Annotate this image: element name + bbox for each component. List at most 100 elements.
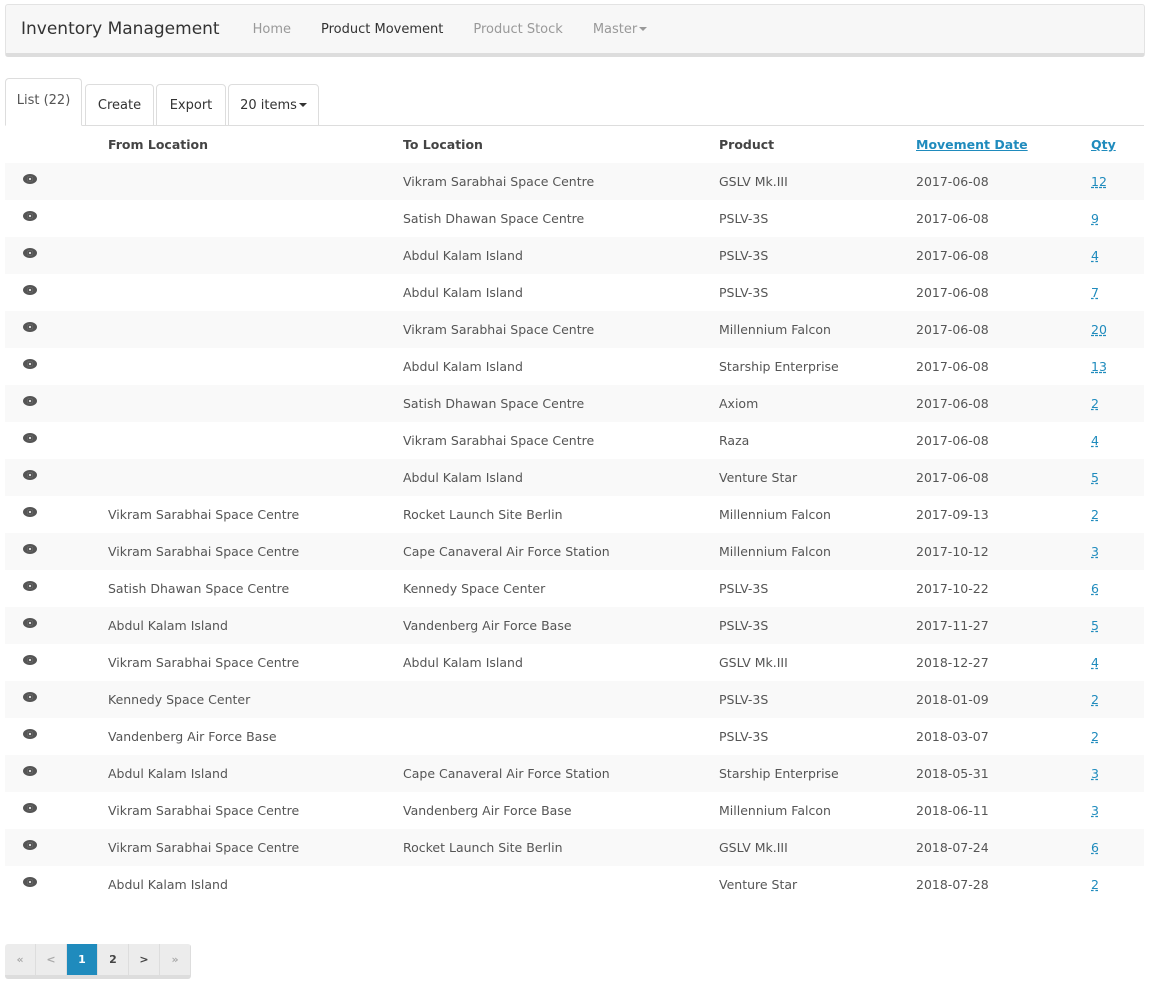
qty-cell[interactable]: 5 — [1091, 607, 1144, 644]
eye-icon[interactable] — [23, 618, 37, 628]
eye-icon[interactable] — [23, 433, 37, 443]
qty-cell[interactable]: 2 — [1091, 385, 1144, 422]
tab-list[interactable]: List (22) — [5, 78, 82, 126]
qty-cell[interactable]: 2 — [1091, 718, 1144, 755]
qty-link[interactable]: 3 — [1091, 766, 1099, 781]
qty-cell[interactable]: 2 — [1091, 496, 1144, 533]
nav-product-movement[interactable]: Product Movement — [306, 22, 458, 37]
view-cell[interactable] — [5, 755, 108, 792]
view-cell[interactable] — [5, 422, 108, 459]
page-prev[interactable]: < — [36, 944, 67, 975]
movement-date-cell: 2017-06-08 — [916, 396, 989, 411]
qty-link[interactable]: 2 — [1091, 877, 1099, 892]
qty-cell[interactable]: 4 — [1091, 422, 1144, 459]
view-cell[interactable] — [5, 681, 108, 718]
view-cell[interactable] — [5, 237, 108, 274]
page-1[interactable]: 1 — [67, 944, 98, 975]
qty-link[interactable]: 6 — [1091, 840, 1099, 855]
qty-cell[interactable]: 20 — [1091, 311, 1144, 348]
qty-cell[interactable]: 6 — [1091, 570, 1144, 607]
header-qty[interactable]: Qty — [1091, 126, 1144, 163]
tab-items-per-page[interactable]: 20 items — [228, 84, 319, 126]
qty-cell[interactable]: 2 — [1091, 681, 1144, 718]
eye-icon[interactable] — [23, 877, 37, 887]
qty-link[interactable]: 2 — [1091, 396, 1099, 411]
view-cell[interactable] — [5, 163, 108, 200]
qty-link[interactable]: 3 — [1091, 803, 1099, 818]
qty-cell[interactable]: 4 — [1091, 644, 1144, 681]
eye-icon[interactable] — [23, 174, 37, 184]
qty-link[interactable]: 4 — [1091, 433, 1099, 448]
nav-product-stock[interactable]: Product Stock — [458, 22, 577, 37]
view-cell[interactable] — [5, 829, 108, 866]
qty-link[interactable]: 12 — [1091, 174, 1107, 189]
eye-icon[interactable] — [23, 507, 37, 517]
eye-icon[interactable] — [23, 581, 37, 591]
eye-icon[interactable] — [23, 692, 37, 702]
eye-icon[interactable] — [23, 285, 37, 295]
sort-movement-date[interactable]: Movement Date — [916, 137, 1028, 152]
qty-link[interactable]: 2 — [1091, 729, 1099, 744]
page-last[interactable]: » — [160, 944, 191, 975]
view-cell[interactable] — [5, 348, 108, 385]
view-cell[interactable] — [5, 607, 108, 644]
eye-icon[interactable] — [23, 655, 37, 665]
view-cell[interactable] — [5, 385, 108, 422]
qty-cell[interactable]: 3 — [1091, 792, 1144, 829]
qty-cell[interactable]: 3 — [1091, 755, 1144, 792]
qty-cell[interactable]: 7 — [1091, 274, 1144, 311]
qty-link[interactable]: 2 — [1091, 507, 1099, 522]
tab-create[interactable]: Create — [85, 84, 154, 126]
eye-icon[interactable] — [23, 248, 37, 258]
qty-link[interactable]: 3 — [1091, 544, 1099, 559]
tab-export[interactable]: Export — [156, 84, 226, 126]
view-cell[interactable] — [5, 459, 108, 496]
qty-cell[interactable]: 13 — [1091, 348, 1144, 385]
view-cell[interactable] — [5, 496, 108, 533]
qty-link[interactable]: 6 — [1091, 581, 1099, 596]
page-next[interactable]: > — [129, 944, 160, 975]
view-cell[interactable] — [5, 792, 108, 829]
view-cell[interactable] — [5, 200, 108, 237]
view-cell[interactable] — [5, 718, 108, 755]
page-first[interactable]: « — [5, 944, 36, 975]
qty-link[interactable]: 13 — [1091, 359, 1107, 374]
view-cell[interactable] — [5, 644, 108, 681]
view-cell[interactable] — [5, 274, 108, 311]
qty-cell[interactable]: 3 — [1091, 533, 1144, 570]
qty-cell[interactable]: 2 — [1091, 866, 1144, 903]
view-cell[interactable] — [5, 866, 108, 903]
eye-icon[interactable] — [23, 396, 37, 406]
qty-cell[interactable]: 4 — [1091, 237, 1144, 274]
eye-icon[interactable] — [23, 359, 37, 369]
brand[interactable]: Inventory Management — [21, 19, 220, 39]
view-cell[interactable] — [5, 570, 108, 607]
qty-link[interactable]: 2 — [1091, 692, 1099, 707]
nav-home[interactable]: Home — [238, 22, 306, 37]
qty-link[interactable]: 9 — [1091, 211, 1099, 226]
page-2[interactable]: 2 — [98, 944, 129, 975]
eye-icon[interactable] — [23, 840, 37, 850]
qty-link[interactable]: 20 — [1091, 322, 1107, 337]
sort-qty[interactable]: Qty — [1091, 137, 1116, 152]
eye-icon[interactable] — [23, 544, 37, 554]
eye-icon[interactable] — [23, 211, 37, 221]
eye-icon[interactable] — [23, 322, 37, 332]
qty-cell[interactable]: 6 — [1091, 829, 1144, 866]
qty-link[interactable]: 4 — [1091, 248, 1099, 263]
qty-cell[interactable]: 12 — [1091, 163, 1144, 200]
eye-icon[interactable] — [23, 470, 37, 480]
eye-icon[interactable] — [23, 766, 37, 776]
qty-cell[interactable]: 5 — [1091, 459, 1144, 496]
nav-master-dropdown[interactable]: Master — [578, 22, 662, 37]
eye-icon[interactable] — [23, 729, 37, 739]
qty-cell[interactable]: 9 — [1091, 200, 1144, 237]
view-cell[interactable] — [5, 533, 108, 570]
qty-link[interactable]: 4 — [1091, 655, 1099, 670]
qty-link[interactable]: 7 — [1091, 285, 1099, 300]
view-cell[interactable] — [5, 311, 108, 348]
qty-link[interactable]: 5 — [1091, 618, 1099, 633]
header-movement-date[interactable]: Movement Date — [916, 126, 1091, 163]
qty-link[interactable]: 5 — [1091, 470, 1099, 485]
eye-icon[interactable] — [23, 803, 37, 813]
